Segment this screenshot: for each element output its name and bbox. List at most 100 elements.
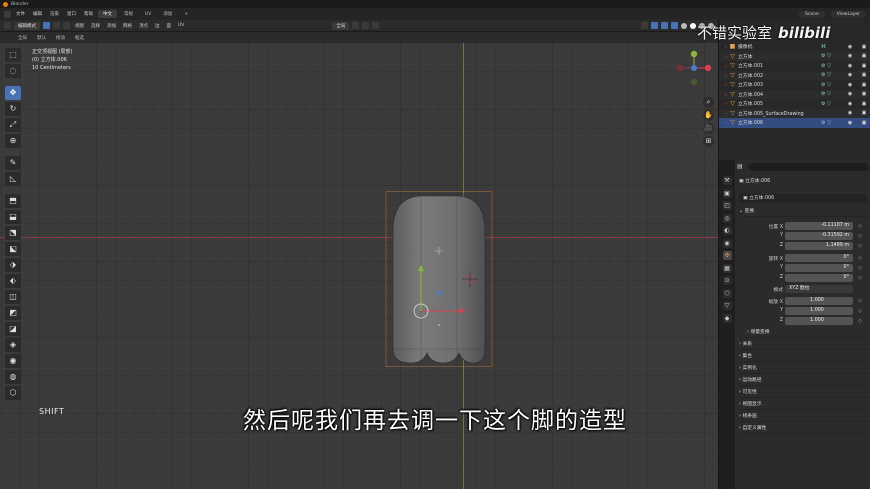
relations-panel[interactable]: › 关系 [739,340,869,350]
visibility-eye-icon[interactable]: ◉ [843,44,857,50]
edge-slide-tool-icon[interactable]: ◈ [5,338,21,352]
line-art-panel[interactable]: › 线条画 [739,412,869,422]
move-tool-icon[interactable]: ✥ [5,86,21,100]
visibility-eye-icon[interactable]: ◉ [843,53,857,59]
visibility-eye-icon[interactable]: ◉ [843,72,857,78]
view-layer-selector[interactable]: ViewLayer [830,10,866,18]
transform-tool-icon[interactable]: ⊕ [5,134,21,148]
menu-face[interactable]: 面 [165,23,174,29]
scale-tool-icon[interactable]: ⤢ [5,118,21,132]
keyframe-icon[interactable]: ◇ [857,298,863,304]
shear-tool-icon[interactable]: ◍ [5,370,21,384]
visibility-panel[interactable]: › 可见性 [739,388,869,398]
visibility-eye-icon[interactable]: ◉ [843,110,857,116]
scale-z-field[interactable]: 1.000 [785,317,853,325]
xray-toggle-icon[interactable] [671,22,678,29]
menu-mesh[interactable]: 网格 [121,23,134,29]
menu-help[interactable]: 帮助 [81,11,96,17]
workspace-tab-general[interactable]: 常规 [119,10,138,18]
navigation-gizmo[interactable] [672,48,716,88]
outliner-row-camera[interactable]: › ■ 摄像机 ⌘ ◉ ▣ [719,42,870,52]
collections-panel[interactable]: › 集合 [739,352,869,362]
menu-edge[interactable]: 边 [153,23,162,29]
workspace-tab-chinese[interactable]: 中文 [98,10,117,18]
solid-shading-icon[interactable] [690,22,696,29]
transform-orientation-dropdown[interactable]: 全局 [332,21,350,30]
motion-paths-panel[interactable]: › 运动路径 [739,376,869,386]
render-camera-icon[interactable]: ▣ [857,91,870,97]
location-z-field[interactable]: 1.1489 m [785,242,853,250]
rotation-x-field[interactable]: 0° [785,254,853,262]
drag-option[interactable]: 拖动 [56,35,65,41]
outliner-row-mesh[interactable]: › ▽ 立方体.003 ⚙ ▽ ◉ ▣ [719,80,870,90]
render-camera-icon[interactable]: ▣ [857,82,870,88]
scene-selector[interactable]: Scene [799,10,825,18]
object-name-field[interactable]: ▣ 立方体.006 [739,177,867,184]
inset-tool-icon[interactable]: ⬔ [5,226,21,240]
render-camera-icon[interactable]: ▣ [857,101,870,107]
modifier-tab-icon[interactable]: ▦ [722,263,732,273]
scale-y-field[interactable]: 1.000 [785,307,853,315]
visibility-eye-icon[interactable]: ◉ [843,101,857,107]
keyframe-icon[interactable]: ◇ [857,255,863,261]
selected-mesh-object[interactable] [385,191,494,367]
ortho-toggle-icon[interactable]: ⊞ [703,136,714,147]
loop-cut-tool-icon[interactable]: ⬗ [5,258,21,272]
shrink-fatten-tool-icon[interactable]: ◉ [5,354,21,368]
poly-build-tool-icon[interactable]: ◫ [5,290,21,304]
camera-view-icon[interactable]: 🎥 [703,123,714,134]
visibility-eye-icon[interactable]: ◉ [843,63,857,69]
proportional-edit-icon[interactable] [372,22,380,29]
render-camera-icon[interactable]: ▣ [857,72,870,78]
mode-dropdown[interactable]: 编辑模式 [14,21,40,30]
render-tab-icon[interactable]: ▣ [722,188,732,198]
render-camera-icon[interactable]: ▣ [857,110,870,116]
knife-tool-icon[interactable]: ⬖ [5,274,21,288]
vertex-select-button[interactable] [43,22,50,29]
visibility-eye-icon[interactable]: ◉ [843,91,857,97]
delta-transform-panel[interactable]: › 增量变换 [739,328,869,338]
default-option[interactable]: 默认 [37,35,46,41]
rotation-mode-dropdown[interactable]: XYZ 欧拉 [785,285,853,293]
keyframe-icon[interactable]: ◇ [857,233,863,239]
data-tab-icon[interactable]: ▽ [722,301,732,310]
zoom-icon[interactable]: ⌕ [703,97,714,108]
object-tab-icon[interactable]: ✣ [722,251,732,260]
render-camera-icon[interactable]: ▣ [857,53,870,59]
particles-tab-icon[interactable]: ⊙ [722,276,732,285]
outliner-row-mesh[interactable]: › ▽ 立方体 ⚙ ▽ ◉ ▣ [719,51,870,61]
measure-tool-icon[interactable]: ◺ [5,172,21,186]
outliner-row-mesh[interactable]: › ▽ 立方体.005_SurfaceDrawing ◉ ▣ [719,108,870,118]
view-object-types-icon[interactable] [641,22,648,29]
visibility-eye-icon[interactable]: ◉ [843,120,857,126]
keyframe-icon[interactable]: ◇ [857,265,863,271]
menu-view[interactable]: 视图 [73,23,86,29]
physics-tab-icon[interactable]: ⬡ [722,288,732,298]
keyframe-icon[interactable]: ◇ [857,318,863,324]
box-select-option[interactable]: 框选 [75,35,84,41]
outliner-row-mesh[interactable]: › ▽ 立方体.005 ⚙ ▽ ◉ ▣ [719,99,870,109]
output-tab-icon[interactable]: ◰ [722,201,732,210]
cursor-tool-icon[interactable]: ◌ [5,64,21,78]
render-camera-icon[interactable]: ▣ [857,63,870,69]
material-tab-icon[interactable]: ◆ [722,313,732,323]
tool-tab-icon[interactable]: ⚒ [722,176,732,185]
workspace-tab-uv[interactable]: UV [140,11,156,18]
outliner-row-mesh[interactable]: › ▽ 立方体.001 ⚙ ▽ ◉ ▣ [719,61,870,71]
snap-icon[interactable] [362,22,370,29]
editor-type-icon[interactable]: ▤ [737,163,745,170]
outliner-row-mesh[interactable]: › ▽ 立方体.002 ⚙ ▽ ◉ ▣ [719,70,870,80]
add-cube-tool-icon[interactable]: ⬒ [5,194,21,208]
render-camera-icon[interactable]: ▣ [857,120,870,126]
workspace-tab-add[interactable]: 添加 [158,10,177,18]
location-y-field[interactable]: -0.31592 m [785,232,853,240]
keyframe-icon[interactable]: ◇ [857,275,863,281]
viewport-display-panel[interactable]: › 视图显示 [739,400,869,410]
rotation-y-field[interactable]: 0° [785,264,853,272]
rotation-z-field[interactable]: 0° [785,274,853,282]
rotate-tool-icon[interactable]: ↻ [5,102,21,116]
keyframe-icon[interactable]: ◇ [857,308,863,314]
bevel-tool-icon[interactable]: ⬕ [5,242,21,256]
transform-panel-header[interactable]: ⌄ 变换 [739,207,869,217]
outliner-row-mesh-selected[interactable]: › ▽ 立方体.006 ⚙ ▽ ◉ ▣ [719,118,870,128]
